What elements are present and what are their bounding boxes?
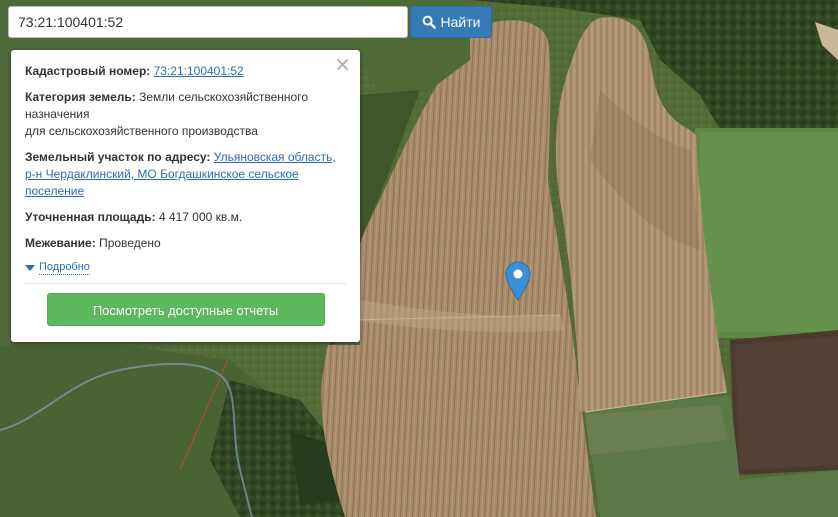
view-reports-button[interactable]: Посмотреть доступные отчеты (46, 293, 325, 326)
parcel-info-popup: × Кадастровый номер: 73:21:100401:52 Кат… (11, 50, 360, 342)
search-button-label: Найти (440, 14, 481, 30)
land-category-value-2: назначения (25, 107, 90, 121)
cadastral-number-row: Кадастровый номер: 73:21:100401:52 (25, 63, 346, 80)
details-link[interactable]: Подробно (39, 261, 90, 275)
details-toggle[interactable]: Подробно (25, 261, 346, 275)
search-icon (422, 15, 436, 29)
land-category-value-3: для сельскохозяйственного производства (25, 124, 258, 138)
cadastral-search-input[interactable] (8, 6, 408, 38)
cadastral-number-link[interactable]: 73:21:100401:52 (154, 64, 244, 78)
popup-divider (25, 283, 346, 284)
close-icon[interactable]: × (334, 54, 351, 74)
survey-value: Проведено (99, 236, 161, 250)
search-button[interactable]: Найти (410, 6, 492, 38)
address-row: Земельный участок по адресу: Ульяновская… (25, 149, 346, 200)
area-label: Уточненная площадь: (25, 210, 156, 224)
address-link-3[interactable]: поселение (25, 184, 84, 198)
land-category-label: Категория земель: (25, 90, 136, 104)
survey-label: Межевание: (25, 236, 96, 250)
map-marker-icon[interactable] (505, 261, 531, 301)
survey-row: Межевание: Проведено (25, 235, 346, 252)
cadastral-number-label: Кадастровый номер: (25, 64, 151, 78)
area-value: 4 417 000 кв.м. (158, 210, 243, 224)
address-link-2[interactable]: р-н Чердаклинский, МО Богдашкинское сель… (25, 167, 299, 181)
area-row: Уточненная площадь: 4 417 000 кв.м. (25, 209, 346, 226)
address-label: Земельный участок по адресу: (25, 150, 211, 164)
land-category-row: Категория земель: Земли сельскохозяйстве… (25, 89, 346, 140)
land-category-value-1: Земли сельскохозяйственного (139, 90, 309, 104)
caret-down-icon (25, 264, 35, 271)
address-link-1[interactable]: Ульяновская область, (214, 150, 336, 164)
